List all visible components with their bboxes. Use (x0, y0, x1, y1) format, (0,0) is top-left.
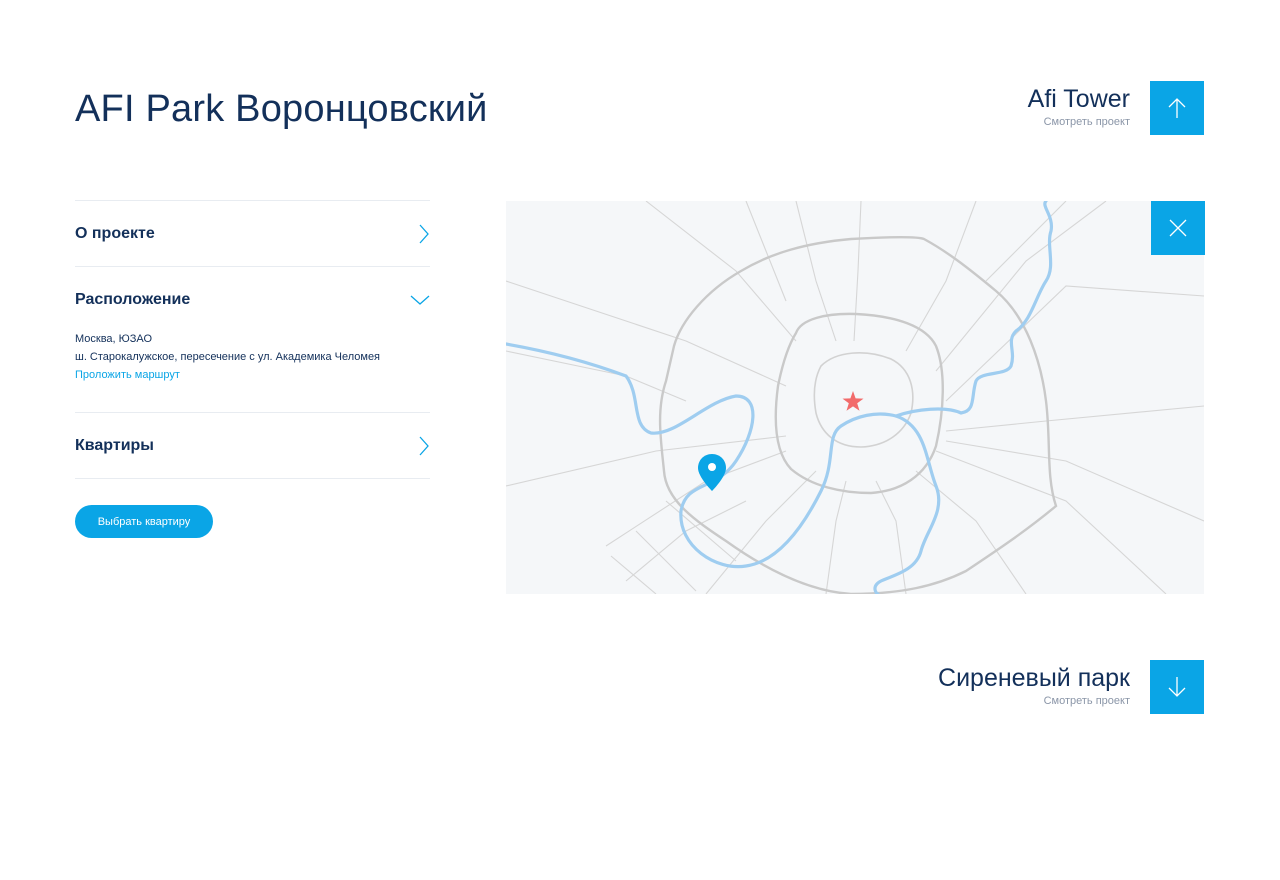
next-project-link[interactable]: Смотреть проект (938, 695, 1130, 707)
project-page: AFI Park Воронцовский Afi Tower Смотреть… (0, 0, 1280, 880)
chevron-down-icon (410, 295, 430, 305)
city-center-star-icon (842, 391, 864, 411)
chevron-right-icon (419, 224, 429, 243)
map-outer-ring (658, 235, 1058, 594)
accordion-body-location: Москва, ЮЗАО ш. Старокалужское, пересече… (75, 330, 430, 412)
prev-project-link[interactable]: Смотреть проект (1028, 116, 1130, 128)
choose-apartment-button[interactable]: Выбрать квартиру (75, 505, 213, 538)
prev-project[interactable]: Afi Tower Смотреть проект (1028, 84, 1130, 128)
accordion-header-location[interactable]: Расположение (75, 267, 430, 332)
accordion-label-about: О проекте (75, 224, 155, 242)
next-project-button[interactable] (1150, 660, 1204, 714)
project-accordion: О проекте Расположение Москва, ЮЗАО ш. С… (75, 200, 430, 479)
map-inner-ring (813, 352, 914, 448)
close-map-button[interactable] (1151, 201, 1205, 255)
accordion-item-apartments: Квартиры (75, 412, 430, 479)
map-river-branch (894, 201, 1054, 418)
accordion-header-about[interactable]: О проекте (75, 201, 430, 266)
map-garden-ring (774, 312, 944, 495)
next-project[interactable]: Сиреневый парк Смотреть проект (938, 663, 1130, 707)
close-icon (1169, 219, 1187, 237)
location-city: Москва, ЮЗАО (75, 333, 153, 345)
arrow-up-icon (1168, 98, 1186, 118)
accordion-label-location: Расположение (75, 290, 191, 308)
page-title: AFI Park Воронцовский (75, 88, 488, 130)
prev-project-name[interactable]: Afi Tower (1028, 84, 1130, 114)
prev-project-button[interactable] (1150, 81, 1204, 135)
accordion-item-location: Расположение Москва, ЮЗАО ш. Старокалужс… (75, 266, 430, 412)
chevron-right-icon (419, 436, 429, 455)
next-project-name[interactable]: Сиреневый парк (938, 663, 1130, 693)
arrow-down-icon (1168, 677, 1186, 697)
location-map[interactable] (506, 201, 1204, 594)
accordion-header-apartments[interactable]: Квартиры (75, 413, 430, 478)
route-link[interactable]: Проложить маршрут (75, 366, 430, 384)
location-address: ш. Старокалужское, пересечение с ул. Ака… (75, 351, 381, 363)
map-canvas[interactable] (506, 201, 1204, 594)
accordion-item-about: О проекте (75, 200, 430, 266)
accordion-label-apartments: Квартиры (75, 436, 154, 454)
